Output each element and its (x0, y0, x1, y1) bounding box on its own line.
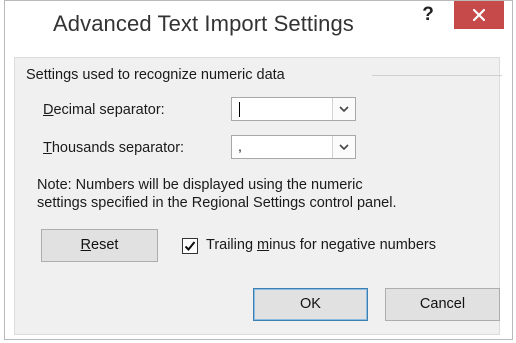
decimal-separator-label: Decimal separator: (43, 102, 165, 118)
cancel-button[interactable]: Cancel (385, 288, 500, 321)
group-label-numeric-data: Settings used to recognize numeric data (26, 67, 289, 83)
thousands-separator-combobox[interactable]: , (231, 135, 356, 159)
title-bar: Advanced Text Import Settings ? (5, 1, 512, 57)
chevron-down-icon (339, 144, 349, 151)
thousands-label-text: housands separator: (51, 140, 185, 156)
group-divider (372, 75, 502, 76)
reset-accelerator: R (80, 237, 92, 253)
thousands-separator-value: , (238, 138, 242, 154)
help-button[interactable]: ? (417, 3, 439, 27)
note-text: Note: Numbers will be displayed using th… (37, 176, 507, 212)
trailing-minus-pre: Trailing (206, 237, 258, 253)
reset-label-text: eset (91, 237, 119, 253)
dialog-title: Advanced Text Import Settings (53, 11, 354, 36)
trailing-minus-post: inus for negative numbers (269, 237, 436, 253)
chevron-down-icon (339, 106, 349, 113)
thousands-separator-label: Thousands separator: (43, 140, 184, 156)
decimal-accelerator: D (43, 102, 54, 118)
text-cursor (239, 102, 240, 117)
note-line-1: Note: Numbers will be displayed using th… (37, 177, 363, 193)
decimal-separator-combobox[interactable] (231, 97, 356, 121)
checkmark-icon (184, 241, 196, 251)
thousands-accelerator: T (43, 140, 52, 156)
trailing-minus-accelerator: m (257, 237, 270, 253)
note-line-2: settings specified in the Regional Setti… (37, 195, 397, 211)
thousands-dropdown-button[interactable] (332, 136, 355, 158)
reset-button[interactable]: Reset (41, 229, 158, 262)
close-button[interactable] (454, 1, 504, 29)
decimal-label-text: ecimal separator: (53, 102, 165, 118)
decimal-dropdown-button[interactable] (332, 98, 355, 120)
trailing-minus-label[interactable]: Trailing minus for negative numbers (206, 237, 436, 253)
ok-button[interactable]: OK (253, 288, 368, 321)
trailing-minus-checkbox[interactable] (182, 238, 198, 254)
close-icon (473, 9, 485, 21)
